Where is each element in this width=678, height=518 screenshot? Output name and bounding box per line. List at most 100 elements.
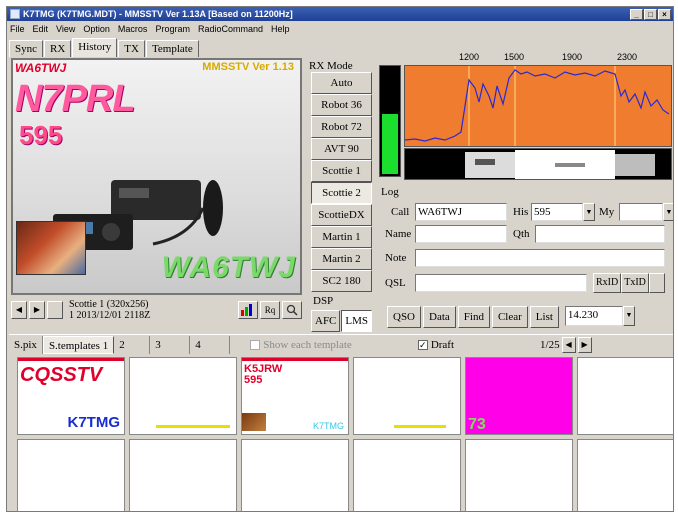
data-button[interactable]: Data — [423, 306, 456, 328]
level-meter-fill — [382, 113, 398, 174]
maximize-button[interactable]: □ — [644, 8, 657, 20]
qsl-label: QSL — [385, 277, 406, 289]
received-image[interactable]: WA6TWJ MMSSTV Ver 1.13 N7PRL 595 WA6TWJ — [11, 58, 302, 295]
tab-stemplates-2[interactable]: 2 — [114, 335, 151, 354]
his-combo[interactable]: 595 ▼ — [531, 203, 595, 221]
tab-spix[interactable]: S.pix — [9, 335, 43, 354]
tab-rx[interactable]: RX — [44, 40, 72, 57]
mode-robot72-button[interactable]: Robot 72 — [311, 116, 372, 138]
title-bar[interactable]: K7TMG (K7TMG.MDT) - MMSSTV Ver 1.13A [Ba… — [7, 7, 673, 21]
template-cell[interactable]: CQSSTV K7TMG — [17, 357, 125, 435]
tab-tx[interactable]: TX — [118, 40, 145, 57]
mode-martin2-button[interactable]: Martin 2 — [311, 248, 372, 270]
draft-label: Draft — [430, 338, 455, 351]
template-cell[interactable] — [465, 439, 573, 511]
template-k5jrw-call: K5JRW 595 — [244, 364, 282, 386]
log-label: Log — [381, 186, 399, 198]
name-field[interactable] — [415, 225, 507, 243]
prev-page-icon[interactable]: ◀ — [561, 336, 576, 353]
clear-button[interactable]: Clear — [491, 306, 528, 328]
mode-scottie2-button[interactable]: Scottie 2 — [311, 182, 372, 204]
mode-avt90-button[interactable]: AVT 90 — [311, 138, 372, 160]
his-field[interactable]: 595 — [531, 203, 583, 221]
template-cell[interactable] — [577, 439, 673, 511]
my-dropdown-icon[interactable]: ▼ — [663, 203, 673, 221]
qsl-field[interactable] — [415, 274, 587, 292]
waterfall-display[interactable] — [404, 148, 672, 180]
txid-button[interactable]: TxID — [621, 273, 649, 293]
rxid-button[interactable]: RxID — [593, 273, 622, 293]
frequency-field[interactable]: 14.230 — [564, 306, 623, 326]
tab-history[interactable]: History — [72, 38, 118, 57]
draft-option[interactable]: ✓ Draft — [417, 338, 455, 351]
template-cell[interactable] — [353, 439, 461, 511]
blank-button[interactable] — [47, 301, 63, 319]
template-text-line — [156, 425, 230, 428]
list-button[interactable]: List — [529, 306, 559, 328]
tab-stemplates-3[interactable]: 3 — [150, 335, 191, 354]
magnifier-icon[interactable] — [282, 301, 302, 319]
main-tabs: Sync RX History TX Template — [9, 38, 200, 57]
menu-file[interactable]: File — [10, 24, 25, 34]
frequency-dropdown-icon[interactable]: ▼ — [622, 306, 635, 326]
my-combo[interactable]: ▼ — [619, 203, 673, 221]
my-field[interactable] — [619, 203, 663, 221]
next-page-icon[interactable]: ▶ — [577, 336, 592, 353]
menu-program[interactable]: Program — [155, 24, 190, 34]
qth-field[interactable] — [535, 225, 665, 243]
template-cell[interactable] — [241, 439, 349, 511]
rq-icon[interactable]: Rq — [260, 301, 280, 319]
his-label: His — [513, 206, 529, 218]
right-arrow-icon[interactable]: ▶ — [29, 301, 45, 319]
show-templates-checkbox[interactable] — [250, 339, 261, 350]
template-photo — [242, 413, 266, 431]
menu-macros[interactable]: Macros — [118, 24, 148, 34]
minimize-button[interactable]: _ — [630, 8, 643, 20]
show-templates-option[interactable]: Show each template — [250, 339, 352, 351]
tab-template[interactable]: Template — [145, 40, 199, 57]
template-cell[interactable] — [17, 439, 125, 511]
tab-stemplates-4[interactable]: 4 — [190, 335, 231, 354]
menu-radiocommand[interactable]: RadioCommand — [198, 24, 263, 34]
mode-auto-button[interactable]: Auto — [311, 72, 372, 94]
extra-button[interactable] — [648, 273, 665, 293]
menu-view[interactable]: View — [56, 24, 75, 34]
mode-scottiedx-button[interactable]: ScottieDX — [311, 204, 372, 226]
template-cell[interactable]: 73 — [465, 357, 573, 435]
mode-scottie1-button[interactable]: Scottie 1 — [311, 160, 372, 182]
qso-button[interactable]: QSO — [387, 306, 422, 328]
left-arrow-icon[interactable]: ◀ — [11, 301, 27, 319]
his-dropdown-icon[interactable]: ▼ — [583, 203, 595, 221]
template-cell[interactable] — [353, 357, 461, 435]
template-cell[interactable] — [129, 439, 237, 511]
mode-robot36-button[interactable]: Robot 36 — [311, 94, 372, 116]
show-templates-label: Show each template — [263, 338, 352, 351]
template-cell[interactable] — [577, 357, 673, 435]
afc-button[interactable]: AFC — [311, 310, 341, 332]
draft-checkbox[interactable]: ✓ — [417, 339, 428, 350]
mode-martin1-button[interactable]: Martin 1 — [311, 226, 372, 248]
template-73: 73 — [468, 416, 486, 433]
spectrum-display[interactable] — [404, 65, 672, 147]
template-cell[interactable]: K5JRW 595 K7TMG — [241, 357, 349, 435]
lms-button[interactable]: LMS — [341, 310, 373, 332]
call-field[interactable]: WA6TWJ — [415, 203, 507, 221]
menu-edit[interactable]: Edit — [33, 24, 49, 34]
tab-sync[interactable]: Sync — [9, 40, 43, 57]
template-cq-text: CQSSTV — [20, 364, 103, 386]
page-count: 1/25 — [540, 338, 560, 351]
tab-stemplates-1[interactable]: S.templates 1 — [42, 335, 115, 354]
mode-sc2180-button[interactable]: SC2 180 — [311, 270, 372, 292]
image-header-version: MMSSTV Ver 1.13 — [202, 61, 294, 73]
note-field[interactable] — [415, 249, 665, 267]
image-mode-info: Scottie 1 (320x256) — [69, 299, 149, 310]
menu-help[interactable]: Help — [271, 24, 290, 34]
template-cell[interactable] — [129, 357, 237, 435]
palette-icon[interactable] — [238, 301, 258, 319]
template-k5jrw-rst: 595 — [244, 374, 263, 386]
template-text-line — [394, 425, 446, 428]
find-button[interactable]: Find — [457, 306, 490, 328]
menu-option[interactable]: Option — [83, 24, 110, 34]
close-button[interactable]: × — [658, 8, 671, 20]
frequency-combo[interactable]: 14.230 ▼ — [564, 306, 635, 328]
